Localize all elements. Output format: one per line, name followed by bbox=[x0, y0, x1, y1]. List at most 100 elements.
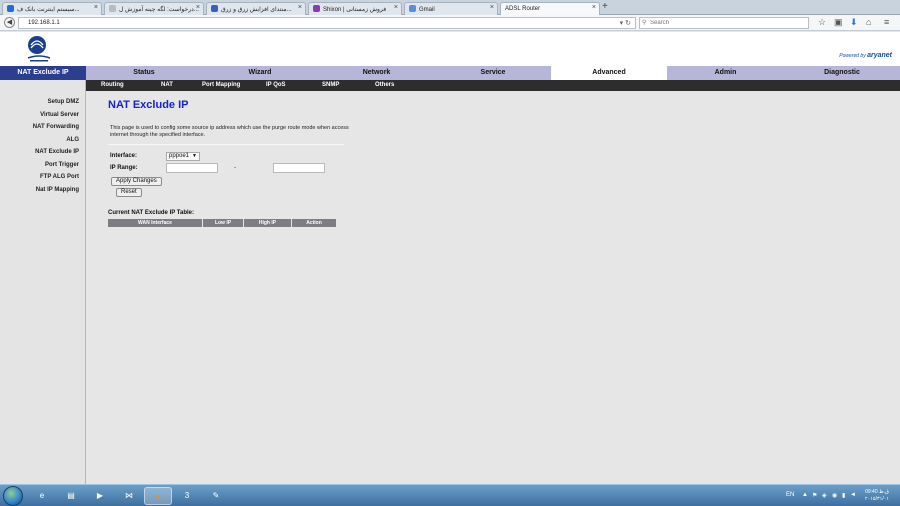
sidebar-item-ftp-alg-port[interactable]: FTP ALG Port bbox=[40, 174, 79, 180]
nav-admin[interactable]: Admin bbox=[667, 66, 784, 80]
ip-range-label: IP Range: bbox=[110, 165, 138, 171]
tab-favicon-icon bbox=[211, 5, 218, 12]
col-low-ip: Low IP bbox=[203, 219, 243, 227]
explorer-icon[interactable]: ▤ bbox=[57, 487, 85, 505]
sidebar-item-port-trigger[interactable]: Port Trigger bbox=[45, 162, 79, 168]
nav-advanced[interactable]: Advanced bbox=[551, 66, 667, 80]
subnav-others[interactable]: Others bbox=[375, 80, 394, 91]
nav-status[interactable]: Status bbox=[86, 66, 202, 80]
high-ip-input[interactable] bbox=[273, 163, 325, 173]
download-icon[interactable]: ⬇ bbox=[850, 17, 858, 28]
windows-taskbar: e ▤ ▶ ⋈ ● 3 ✎ EN ▲ ⚑ ◈ ◉ ▮ ◄ 09:40 ق.ظ ۲… bbox=[0, 484, 900, 506]
tab-favicon-icon bbox=[7, 5, 14, 12]
tab-favicon-icon bbox=[109, 5, 116, 12]
subnav-routing[interactable]: Routing bbox=[101, 80, 124, 91]
powered-by-brand: aryanet bbox=[867, 52, 892, 59]
firefox-icon[interactable]: ● bbox=[144, 487, 172, 505]
back-button[interactable]: ◀ bbox=[4, 17, 15, 28]
url-bar[interactable]: 192.168.1.1 ▾ ↻ bbox=[18, 17, 636, 29]
tab-label: Gmail bbox=[419, 7, 435, 13]
close-tab-icon[interactable]: × bbox=[298, 4, 302, 11]
close-tab-icon[interactable]: × bbox=[394, 4, 398, 11]
router-header: Powered by aryanet bbox=[0, 32, 900, 66]
tray-app-icon[interactable]: ◈ bbox=[822, 492, 827, 499]
tab-label: منتدای افزایش زرق و زرق... bbox=[221, 7, 292, 13]
browser-toolbar: ◀ 192.168.1.1 ▾ ↻ ⚲ ☆ ▣ ⬇ ⌂ ≡ bbox=[0, 15, 900, 31]
star-icon[interactable]: ☆ bbox=[818, 17, 826, 28]
browser-tab-6[interactable]: ADSL Router × bbox=[500, 2, 600, 15]
tab-label: ADSL Router bbox=[505, 6, 541, 12]
close-tab-icon[interactable]: × bbox=[196, 4, 200, 11]
search-input[interactable] bbox=[650, 18, 800, 28]
new-tab-button[interactable]: + bbox=[602, 1, 608, 12]
network-icon[interactable]: ▮ bbox=[842, 492, 845, 499]
sidebar-item-virtual-server[interactable]: Virtual Server bbox=[40, 112, 79, 118]
tray-chevron-up-icon[interactable]: ▲ bbox=[802, 492, 808, 498]
page-title: NAT Exclude IP bbox=[108, 99, 189, 111]
tab-label: Shixon | فروش زمستانی bbox=[323, 7, 387, 13]
language-indicator[interactable]: EN bbox=[786, 492, 794, 498]
tray-app-icon[interactable]: ◉ bbox=[832, 492, 837, 499]
nav-wizard[interactable]: Wizard bbox=[202, 66, 318, 80]
browser-tab-strip: سیستم اینترنت بانک ف... × درخواست: لگه چی… bbox=[0, 0, 900, 15]
close-tab-icon[interactable]: × bbox=[490, 4, 494, 11]
app-icon[interactable]: 3 bbox=[173, 487, 201, 505]
home-icon[interactable]: ⌂ bbox=[866, 17, 871, 27]
nav-diagnostic[interactable]: Diagnostic bbox=[784, 66, 900, 80]
company-logo-icon bbox=[27, 36, 51, 62]
sidebar-item-setup-dmz[interactable]: Setup DMZ bbox=[48, 99, 79, 105]
browser-tab-2[interactable]: درخواست: لگه چینه آموزش ل... × bbox=[104, 2, 204, 15]
range-separator: - bbox=[234, 165, 236, 171]
nav-service[interactable]: Service bbox=[435, 66, 551, 80]
low-ip-input[interactable] bbox=[166, 163, 218, 173]
subnav-port-mapping[interactable]: Port Mapping bbox=[202, 80, 240, 91]
menu-icon[interactable]: ≡ bbox=[884, 17, 889, 27]
col-action: Action bbox=[292, 219, 336, 227]
clipboard-icon[interactable]: ▣ bbox=[834, 17, 843, 28]
interface-label: Interface: bbox=[110, 153, 138, 159]
clock[interactable]: 09:40 ق.ظ ۲۰۱۵/۳۱/۰۱ bbox=[858, 489, 896, 503]
app-icon[interactable]: ⋈ bbox=[115, 487, 143, 505]
chevron-down-icon: ▼ bbox=[192, 153, 197, 159]
sidebar: Setup DMZ Virtual Server NAT Forwarding … bbox=[0, 80, 86, 484]
search-box[interactable]: ⚲ bbox=[639, 17, 809, 29]
divider bbox=[108, 144, 344, 145]
sidebar-item-nat-exclude-ip[interactable]: NAT Exclude IP bbox=[35, 149, 79, 155]
reload-icon[interactable]: ▾ ↻ bbox=[620, 19, 631, 27]
reset-button[interactable]: Reset bbox=[116, 188, 142, 197]
table-header-row: WAN Interface Low IP High IP Action bbox=[108, 219, 337, 227]
apply-changes-button[interactable]: Apply Changes bbox=[111, 177, 162, 186]
main-nav: NAT Exclude IP Status Wizard Network Ser… bbox=[0, 66, 900, 80]
clock-time: 09:40 ق.ظ bbox=[865, 489, 889, 495]
sidebar-item-nat-forwarding[interactable]: NAT Forwarding bbox=[33, 124, 79, 130]
interface-select-value: pppoe1 bbox=[169, 153, 190, 159]
subnav-ip-qos[interactable]: IP QoS bbox=[266, 80, 286, 91]
browser-tab-5[interactable]: Gmail × bbox=[404, 2, 498, 15]
tab-favicon-icon bbox=[313, 5, 320, 12]
browser-tab-4[interactable]: Shixon | فروش زمستانی × bbox=[308, 2, 402, 15]
tray-flag-icon[interactable]: ⚑ bbox=[812, 492, 817, 499]
powered-by: Powered by aryanet bbox=[839, 52, 892, 59]
browser-tab-3[interactable]: منتدای افزایش زرق و زرق... × bbox=[206, 2, 306, 15]
close-tab-icon[interactable]: × bbox=[94, 4, 98, 11]
interface-select[interactable]: pppoe1 ▼ bbox=[166, 152, 200, 161]
media-player-icon[interactable]: ▶ bbox=[86, 487, 114, 505]
nav-network[interactable]: Network bbox=[318, 66, 435, 80]
sidebar-item-nat-ip-mapping[interactable]: Nat IP Mapping bbox=[36, 187, 79, 193]
start-button[interactable] bbox=[3, 486, 23, 506]
app-icon[interactable]: ✎ bbox=[202, 487, 230, 505]
tab-label: درخواست: لگه چینه آموزش ل... bbox=[119, 7, 199, 13]
browser-tab-1[interactable]: سیستم اینترنت بانک ف... × bbox=[2, 2, 102, 15]
tab-label: سیستم اینترنت بانک ف... bbox=[17, 7, 80, 13]
nav-section-title: NAT Exclude IP bbox=[0, 66, 86, 80]
volume-icon[interactable]: ◄ bbox=[850, 492, 856, 498]
col-high-ip: High IP bbox=[244, 219, 291, 227]
search-icon: ⚲ bbox=[642, 20, 647, 26]
table-title: Current NAT Exclude IP Table: bbox=[108, 210, 195, 216]
tab-favicon-icon bbox=[409, 5, 416, 12]
close-tab-icon[interactable]: × bbox=[592, 4, 596, 11]
subnav-nat[interactable]: NAT bbox=[161, 80, 173, 91]
sidebar-item-alg[interactable]: ALG bbox=[66, 137, 79, 143]
ie-icon[interactable]: e bbox=[28, 487, 56, 505]
subnav-snmp[interactable]: SNMP bbox=[322, 80, 339, 91]
